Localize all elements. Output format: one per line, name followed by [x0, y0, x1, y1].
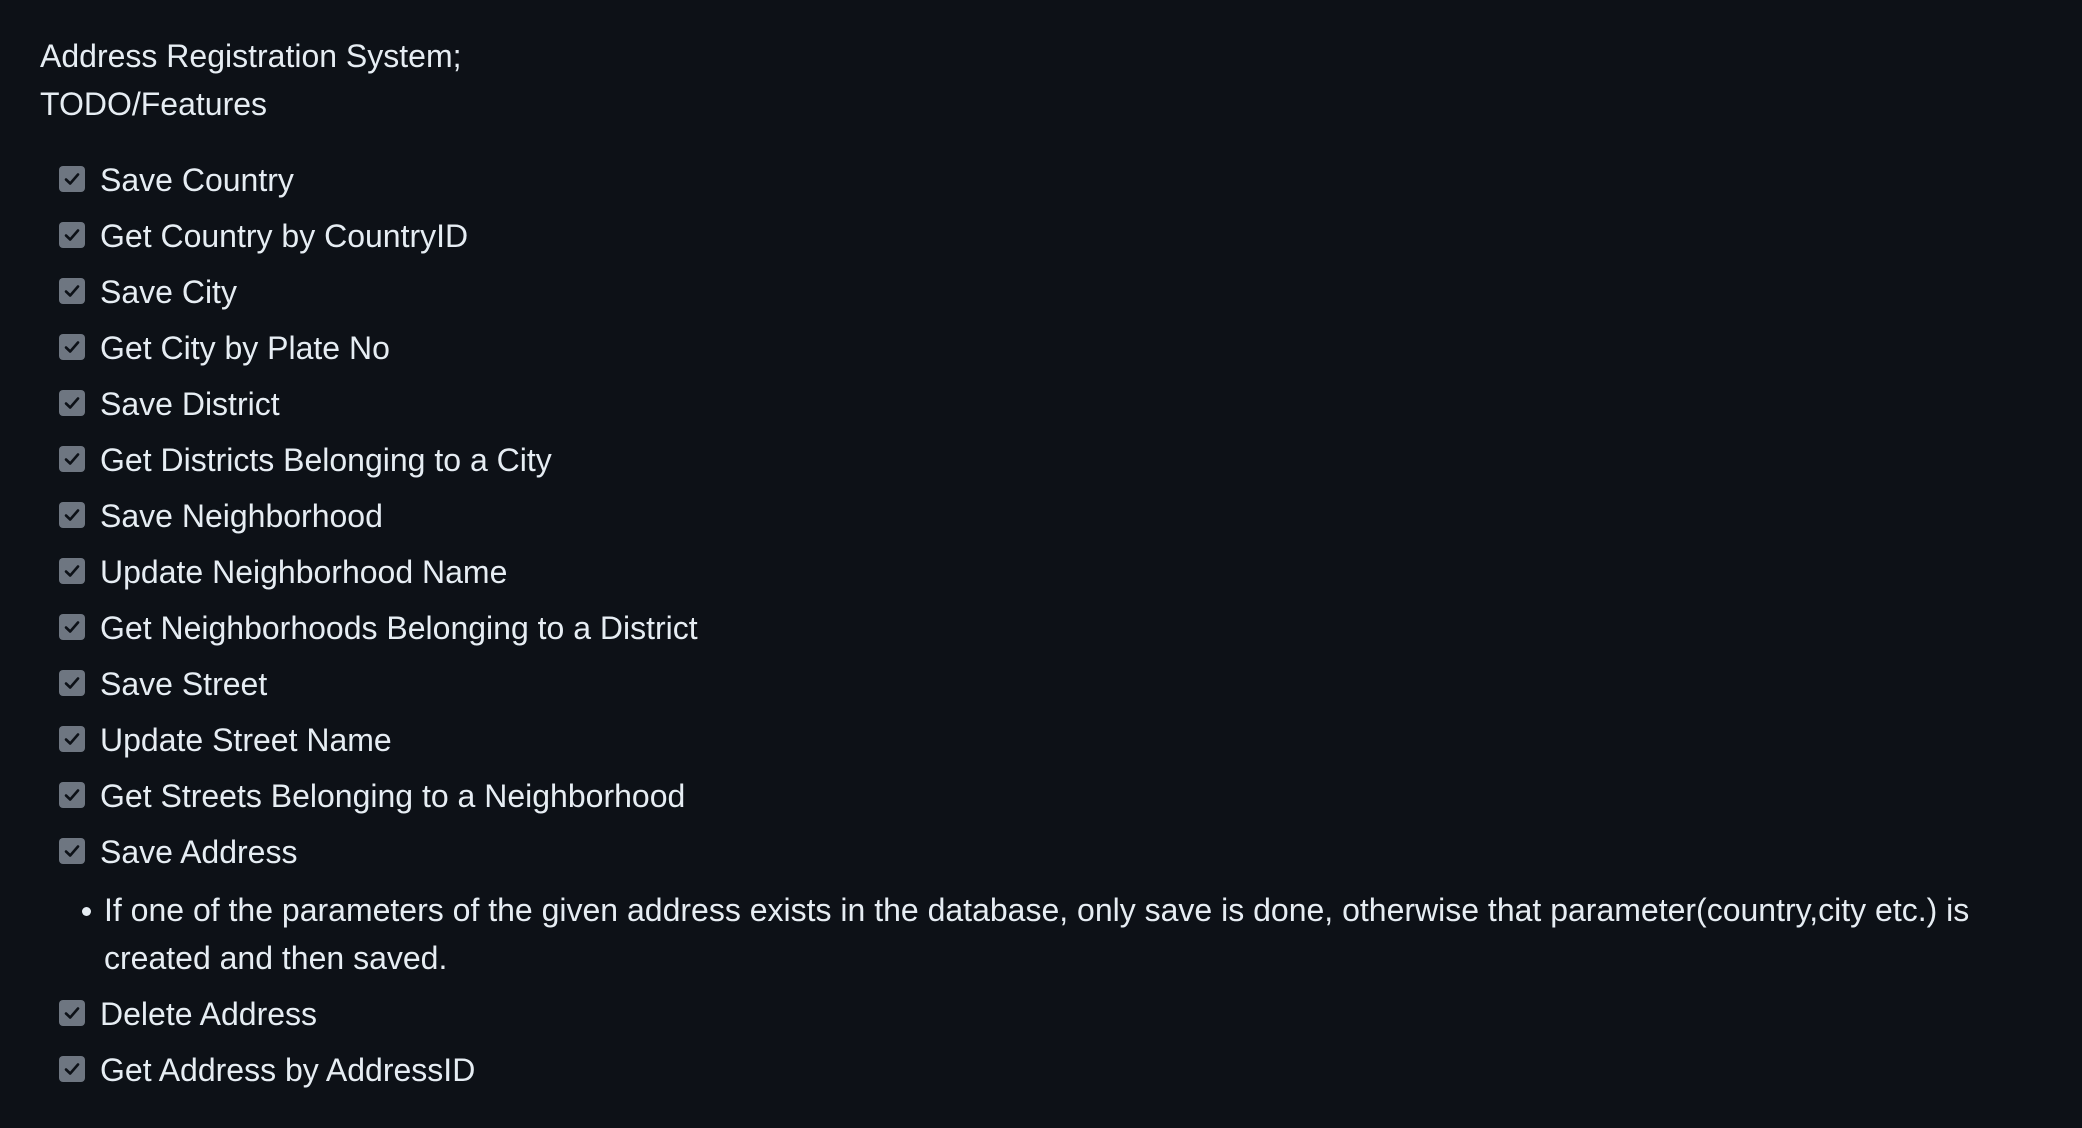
task-label: Get Districts Belonging to a City: [100, 442, 552, 478]
task-label: Get Neighborhoods Belonging to a Distric…: [100, 610, 698, 646]
save-address-notes: If one of the parameters of the given ad…: [40, 886, 2082, 982]
checked-checkbox-icon[interactable]: [59, 390, 85, 416]
checked-checkbox-icon[interactable]: [59, 334, 85, 360]
task-item: Get Streets Belonging to a Neighborhood: [40, 768, 2082, 824]
bullet-icon: [82, 907, 91, 916]
task-item: Get Country by CountryID: [40, 208, 2082, 264]
checked-checkbox-icon[interactable]: [59, 558, 85, 584]
heading-title: Address Registration System;: [40, 38, 462, 74]
checked-checkbox-icon[interactable]: [59, 670, 85, 696]
task-label: Save Address: [100, 834, 298, 870]
checked-checkbox-icon[interactable]: [59, 1056, 85, 1082]
task-label: Get Country by CountryID: [100, 218, 469, 254]
task-label: Save Street: [100, 666, 268, 702]
list-item: If one of the parameters of the given ad…: [40, 886, 2082, 982]
task-item: Get Address by AddressID: [40, 1042, 2082, 1098]
checked-checkbox-icon[interactable]: [59, 278, 85, 304]
checked-checkbox-icon[interactable]: [59, 782, 85, 808]
checked-checkbox-icon[interactable]: [59, 614, 85, 640]
checked-checkbox-icon[interactable]: [59, 166, 85, 192]
checked-checkbox-icon[interactable]: [59, 446, 85, 472]
note-text: If one of the parameters of the given ad…: [104, 892, 1970, 976]
task-item: Delete Address: [40, 986, 2082, 1042]
task-label: Get Streets Belonging to a Neighborhood: [100, 778, 686, 814]
task-label: Update Neighborhood Name: [100, 554, 508, 590]
checked-checkbox-icon[interactable]: [59, 222, 85, 248]
task-label: Update Street Name: [100, 722, 392, 758]
task-list: Save Country Get Country by CountryID Sa…: [40, 152, 2082, 880]
task-label: Get City by Plate No: [100, 330, 390, 366]
task-item: Save Country: [40, 152, 2082, 208]
task-list-continued: Delete Address Get Address by AddressID: [40, 986, 2082, 1098]
task-label: Save Country: [100, 162, 294, 198]
task-item: Update Street Name: [40, 712, 2082, 768]
task-label: Save Neighborhood: [100, 498, 383, 534]
task-item: Get City by Plate No: [40, 320, 2082, 376]
task-label: Save City: [100, 274, 237, 310]
checked-checkbox-icon[interactable]: [59, 838, 85, 864]
task-label: Get Address by AddressID: [100, 1052, 476, 1088]
task-item: Save District: [40, 376, 2082, 432]
readme-page: Address Registration System; TODO/Featur…: [0, 0, 2082, 1128]
task-label: Delete Address: [100, 996, 318, 1032]
checked-checkbox-icon[interactable]: [59, 502, 85, 528]
task-label: Save District: [100, 386, 280, 422]
task-item: Get Districts Belonging to a City: [40, 432, 2082, 488]
task-item: Save Neighborhood: [40, 488, 2082, 544]
heading-subtitle: TODO/Features: [40, 86, 268, 122]
task-item: Save City: [40, 264, 2082, 320]
heading: Address Registration System; TODO/Featur…: [40, 32, 2082, 128]
task-item: Save Address: [40, 824, 2082, 880]
task-item: Get Neighborhoods Belonging to a Distric…: [40, 600, 2082, 656]
checked-checkbox-icon[interactable]: [59, 726, 85, 752]
task-item: Update Neighborhood Name: [40, 544, 2082, 600]
checked-checkbox-icon[interactable]: [59, 1000, 85, 1026]
task-item: Save Street: [40, 656, 2082, 712]
